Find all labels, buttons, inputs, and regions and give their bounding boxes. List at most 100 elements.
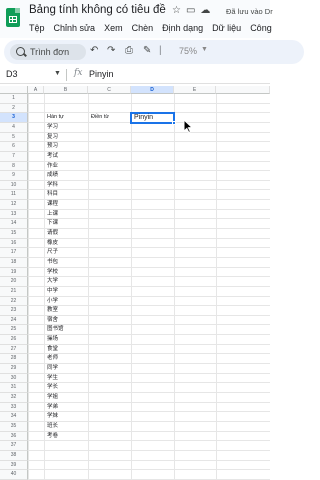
cell-b-value[interactable]: 科目 bbox=[44, 190, 58, 200]
fill-handle[interactable] bbox=[172, 120, 176, 125]
name-box[interactable]: D3 bbox=[6, 69, 18, 79]
spreadsheet-grid[interactable]: A B C D E 1 2 3 4 5 6 7 8 9 10 11 12 13 14 15 16 17 18 19 20 21 22… bbox=[0, 86, 270, 480]
cloud-saved-icon[interactable]: ☁ bbox=[200, 5, 210, 16]
cell-b-value[interactable]: 老师 bbox=[44, 354, 58, 364]
menu-tools[interactable]: Công bbox=[250, 23, 272, 33]
cell-b-value[interactable]: 成绩 bbox=[44, 171, 58, 181]
row-header[interactable]: 30 bbox=[0, 373, 28, 384]
row-header[interactable]: 12 bbox=[0, 200, 28, 210]
cell-b-value[interactable]: 考卷 bbox=[44, 432, 58, 442]
menu-data[interactable]: Dữ liệu bbox=[212, 23, 241, 33]
row-header[interactable]: 31 bbox=[0, 383, 28, 393]
row-header[interactable]: 40 bbox=[0, 470, 28, 480]
row-header[interactable]: 39 bbox=[0, 460, 28, 471]
row-header[interactable]: 7 bbox=[0, 151, 28, 162]
row-header[interactable]: 21 bbox=[0, 286, 28, 297]
star-icon[interactable]: ☆ bbox=[172, 5, 181, 16]
row-header[interactable]: 27 bbox=[0, 344, 28, 355]
row-header[interactable]: 1 bbox=[0, 94, 28, 104]
row-header[interactable]: 37 bbox=[0, 441, 28, 451]
row-header[interactable]: 35 bbox=[0, 421, 28, 432]
column-header-b[interactable]: B bbox=[44, 86, 88, 94]
cell-b-value[interactable]: 学弟 bbox=[44, 403, 58, 413]
column-header-d[interactable]: D bbox=[131, 86, 174, 94]
row-header[interactable]: 5 bbox=[0, 132, 28, 143]
cell-b-value[interactable]: 作业 bbox=[44, 162, 58, 172]
row-header[interactable]: 13 bbox=[0, 209, 28, 220]
cell-b-value[interactable]: 书包 bbox=[44, 258, 58, 268]
cell-b-value[interactable]: 学妹 bbox=[44, 412, 58, 422]
cell-b-value[interactable]: 课程 bbox=[44, 200, 58, 210]
chevron-down-icon[interactable]: ▼ bbox=[201, 46, 208, 53]
cell-b-value[interactable]: 学校 bbox=[44, 268, 58, 278]
cell-b-value[interactable]: 上课 bbox=[44, 210, 58, 220]
selected-cell-d3[interactable]: Pinyin bbox=[130, 112, 175, 124]
menu-format[interactable]: Định dạng bbox=[162, 23, 203, 33]
cell-b-value[interactable]: 小学 bbox=[44, 297, 58, 307]
cell-b-value[interactable]: 图书馆 bbox=[44, 325, 64, 335]
column-header-e[interactable]: E bbox=[174, 86, 216, 94]
row-header[interactable]: 23 bbox=[0, 306, 28, 316]
column-header-a[interactable]: A bbox=[28, 86, 44, 94]
row-header[interactable]: 22 bbox=[0, 296, 28, 307]
cell-b-value[interactable]: 预习 bbox=[44, 142, 58, 152]
cell-b-value[interactable]: 学习 bbox=[44, 123, 58, 133]
cell-b-value[interactable]: 大学 bbox=[44, 277, 58, 287]
cell-b-value[interactable]: 学科 bbox=[44, 181, 58, 191]
row-header[interactable]: 18 bbox=[0, 257, 28, 268]
redo-icon[interactable]: ↷ bbox=[107, 45, 115, 56]
cell-b-value[interactable]: 中学 bbox=[44, 287, 58, 297]
row-header[interactable]: 14 bbox=[0, 219, 28, 230]
cell-b-value[interactable]: 学生 bbox=[44, 374, 58, 384]
row-header[interactable]: 10 bbox=[0, 180, 28, 191]
row-header[interactable]: 25 bbox=[0, 325, 28, 336]
cell-b-value[interactable]: 考试 bbox=[44, 152, 58, 162]
menu-edit[interactable]: Chỉnh sửa bbox=[54, 23, 96, 33]
cell-b-value[interactable]: 宿舍 bbox=[44, 316, 58, 326]
row-header[interactable]: 15 bbox=[0, 229, 28, 239]
cell-b-value[interactable]: 操场 bbox=[44, 335, 58, 345]
column-header-c[interactable]: C bbox=[88, 86, 131, 94]
cell-b-value[interactable]: 橡皮 bbox=[44, 239, 58, 249]
row-header[interactable]: 36 bbox=[0, 431, 28, 442]
move-folder-icon[interactable]: ▭ bbox=[186, 5, 195, 16]
cell-c3-header[interactable]: Điền từ bbox=[88, 113, 109, 123]
row-header[interactable]: 8 bbox=[0, 161, 28, 172]
sheets-logo-icon[interactable] bbox=[6, 8, 20, 27]
cell-b-value[interactable]: 请假 bbox=[44, 229, 58, 239]
row-header[interactable]: 6 bbox=[0, 142, 28, 152]
row-header[interactable]: 4 bbox=[0, 122, 28, 133]
undo-icon[interactable]: ↶ bbox=[90, 45, 98, 56]
name-box-chevron-down-icon[interactable]: ▼ bbox=[54, 70, 61, 77]
row-header[interactable]: 33 bbox=[0, 402, 28, 413]
row-header[interactable]: 28 bbox=[0, 354, 28, 365]
row-header[interactable]: 32 bbox=[0, 392, 28, 403]
row-header[interactable]: 17 bbox=[0, 248, 28, 258]
cell-b-value[interactable]: 同学 bbox=[44, 364, 58, 374]
formula-input[interactable]: Pinyin bbox=[89, 69, 114, 79]
cell-b-value[interactable]: 教室 bbox=[44, 306, 58, 316]
print-icon[interactable]: ⎙ bbox=[125, 45, 133, 56]
cell-b-value[interactable]: 复习 bbox=[44, 133, 58, 143]
cell-b-value[interactable]: 班长 bbox=[44, 422, 58, 432]
row-header[interactable]: 24 bbox=[0, 315, 28, 326]
zoom-select[interactable]: 75% bbox=[179, 46, 197, 56]
cell-b-value[interactable]: 学长 bbox=[44, 383, 58, 393]
paint-format-icon[interactable]: ✎ bbox=[143, 45, 151, 56]
menu-insert[interactable]: Chèn bbox=[132, 23, 154, 33]
menu-view[interactable]: Xem bbox=[104, 23, 123, 33]
row-header[interactable]: 34 bbox=[0, 412, 28, 422]
row-header[interactable]: 29 bbox=[0, 364, 28, 374]
cell-b-value[interactable]: 下课 bbox=[44, 219, 58, 229]
search-menus-button[interactable]: Trình đơn bbox=[10, 44, 86, 60]
select-all-corner[interactable] bbox=[0, 86, 28, 94]
cell-b-value[interactable]: 食堂 bbox=[44, 345, 58, 355]
row-header[interactable]: 9 bbox=[0, 171, 28, 181]
cell-b-value[interactable]: 学姐 bbox=[44, 393, 58, 403]
row-header[interactable]: 19 bbox=[0, 267, 28, 278]
cell-b-value[interactable]: 尺子 bbox=[44, 248, 58, 258]
row-header[interactable]: 16 bbox=[0, 238, 28, 249]
menu-file[interactable]: Tệp bbox=[29, 23, 45, 33]
row-header[interactable]: 3 bbox=[0, 113, 28, 123]
document-title[interactable]: Bảng tính không có tiêu đề bbox=[29, 4, 166, 16]
